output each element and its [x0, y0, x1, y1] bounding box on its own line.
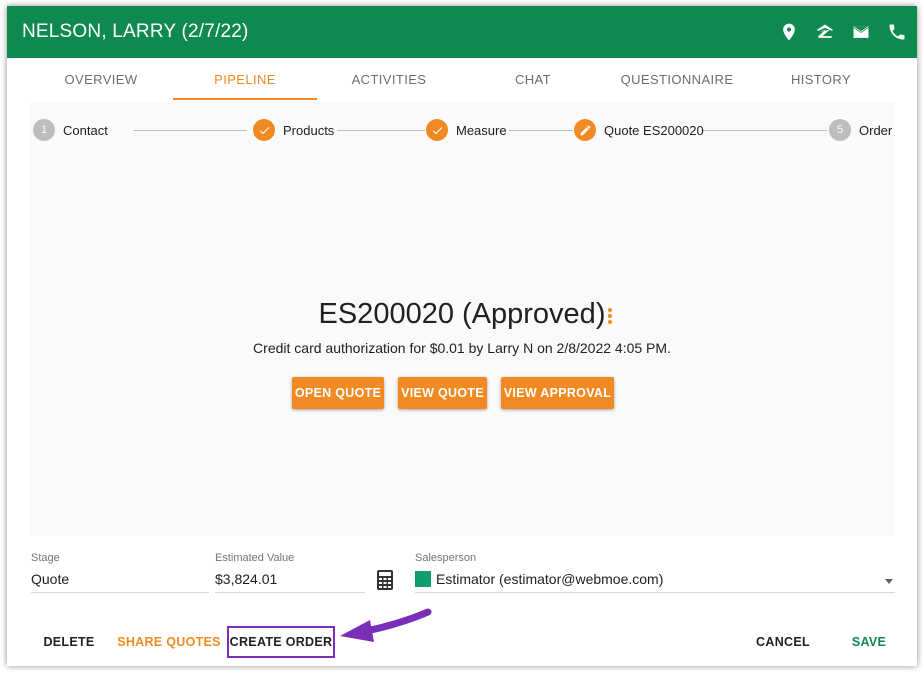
- step-label: Measure: [456, 122, 507, 138]
- estimated-value-label: Estimated Value: [215, 552, 295, 564]
- pencil-icon: [574, 119, 596, 141]
- lead-fields: Stage Quote Estimated Value $3,824.01 Sa…: [29, 546, 897, 596]
- step-label: Quote ES200020: [604, 122, 704, 138]
- tab-chat[interactable]: CHAT: [461, 58, 605, 100]
- tab-pipeline[interactable]: PIPELINE: [173, 58, 317, 100]
- step-label: Contact: [63, 122, 108, 138]
- lead-dialog: NELSON, LARRY (2/7/22) OVERVIEW PIPELINE…: [7, 6, 917, 666]
- stage-select[interactable]: Quote: [31, 571, 69, 587]
- zillow-icon[interactable]: [813, 20, 837, 44]
- view-approval-button[interactable]: VIEW APPROVAL: [501, 377, 614, 409]
- dialog-header: NELSON, LARRY (2/7/22): [7, 6, 917, 58]
- step-order[interactable]: 5 Order: [829, 119, 892, 141]
- authorization-text: Credit card authorization for $0.01 by L…: [253, 340, 671, 356]
- estimated-value-input[interactable]: $3,824.01: [215, 571, 277, 587]
- annotation-arrow-icon: [340, 608, 432, 642]
- pipeline-stepper: 1 Contact Products Measure Quote ES20002…: [29, 102, 895, 158]
- step-number: 5: [829, 119, 851, 141]
- step-label: Order: [859, 122, 893, 138]
- phone-icon[interactable]: [885, 20, 909, 44]
- stage-label: Stage: [31, 552, 60, 564]
- salesperson-underline: [415, 592, 895, 593]
- salesperson-select[interactable]: Estimator (estimator@webmoe.com): [436, 571, 663, 587]
- header-actions: [765, 20, 909, 44]
- check-icon: [426, 119, 448, 141]
- estimated-value-underline: [215, 592, 365, 593]
- dialog-footer: DELETE SHARE QUOTES CREATE ORDER CANCEL …: [7, 626, 917, 660]
- tab-activities[interactable]: ACTIVITIES: [317, 58, 461, 100]
- tab-questionnaire[interactable]: QUESTIONNAIRE: [605, 58, 749, 100]
- tab-bar: OVERVIEW PIPELINE ACTIVITIES CHAT QUESTI…: [29, 58, 893, 100]
- step-connector: [337, 130, 425, 131]
- stage-underline: [31, 592, 209, 593]
- lead-title: NELSON, LARRY (2/7/22): [22, 21, 249, 42]
- step-connector: [703, 130, 827, 131]
- delete-button[interactable]: DELETE: [37, 626, 101, 658]
- check-icon: [253, 119, 275, 141]
- cancel-button[interactable]: CANCEL: [749, 626, 817, 658]
- step-label: Products: [283, 122, 335, 138]
- step-products[interactable]: Products: [253, 119, 334, 141]
- quote-actions: OPEN QUOTE VIEW QUOTE VIEW APPROVAL: [29, 377, 895, 409]
- tab-history[interactable]: HISTORY: [749, 58, 893, 100]
- mail-icon[interactable]: [849, 20, 873, 44]
- step-measure[interactable]: Measure: [426, 119, 507, 141]
- salesperson-label: Salesperson: [415, 552, 477, 564]
- step-number: 1: [33, 119, 55, 141]
- create-order-button[interactable]: CREATE ORDER: [227, 626, 335, 658]
- pipeline-panel: 1 Contact Products Measure Quote ES20002…: [29, 102, 895, 536]
- step-quote[interactable]: Quote ES200020: [574, 119, 704, 141]
- more-vert-icon[interactable]: [607, 308, 613, 326]
- chevron-down-icon[interactable]: [885, 579, 893, 584]
- step-contact[interactable]: 1 Contact: [33, 119, 108, 141]
- step-connector: [509, 130, 573, 131]
- step-connector: [133, 130, 247, 131]
- salesperson-color-swatch: [415, 571, 431, 587]
- tab-overview[interactable]: OVERVIEW: [29, 58, 173, 100]
- share-quotes-button[interactable]: SHARE QUOTES: [117, 626, 221, 658]
- save-button[interactable]: SAVE: [841, 626, 897, 658]
- quote-title: ES200020 (Approved): [318, 298, 606, 330]
- open-quote-button[interactable]: OPEN QUOTE: [292, 377, 384, 409]
- view-quote-button[interactable]: VIEW QUOTE: [398, 377, 487, 409]
- calculator-icon[interactable]: [377, 570, 393, 590]
- location-pin-icon[interactable]: [777, 20, 801, 44]
